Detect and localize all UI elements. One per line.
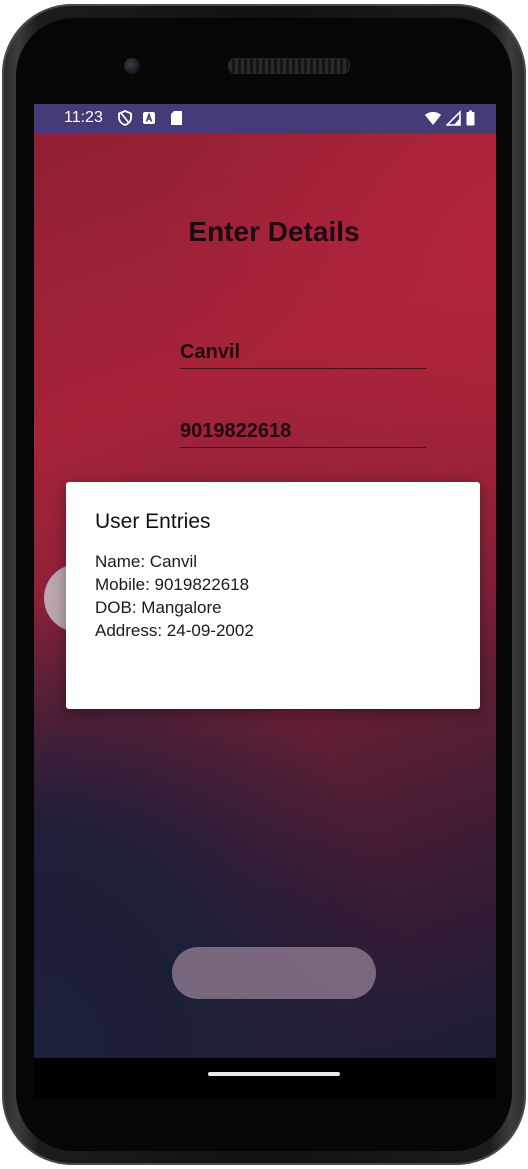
dialog-title: User Entries [95,510,211,533]
navigation-bar [34,1058,496,1098]
app-screen: 11:23 Enter Details Canvil 9019822618 Us… [34,104,496,1058]
status-bar: 11:23 [34,104,496,134]
signal-icon [446,110,461,126]
dialog-line-address: Address: 24-09-2002 [95,621,254,640]
name-field[interactable]: Canvil [180,332,426,369]
sd-card-icon [171,111,182,125]
status-time: 11:23 [64,109,103,126]
phone-frame: 11:23 Enter Details Canvil 9019822618 Us… [2,4,526,1165]
name-field-value: Canvil [180,341,241,363]
earpiece-speaker [228,58,350,74]
battery-icon [466,110,475,126]
dialog-body: Name: Canvil Mobile: 9019822618 DOB: Man… [95,550,254,642]
dialog-line-mobile: Mobile: 9019822618 [95,575,250,594]
home-indicator[interactable] [208,1072,340,1076]
front-camera [124,58,140,74]
notification-a-icon [143,112,155,124]
user-entries-dialog[interactable]: User Entries Name: Canvil Mobile: 901982… [66,482,480,709]
dialog-line-dob: DOB: Mangalore [95,598,222,617]
shield-icon [118,110,132,126]
mobile-field-value: 9019822618 [180,420,292,442]
submit-button[interactable] [172,947,376,999]
wifi-icon [425,112,441,125]
mobile-field[interactable]: 9019822618 [180,411,426,448]
dialog-line-name: Name: Canvil [95,552,198,571]
page-title: Enter Details [188,216,360,247]
